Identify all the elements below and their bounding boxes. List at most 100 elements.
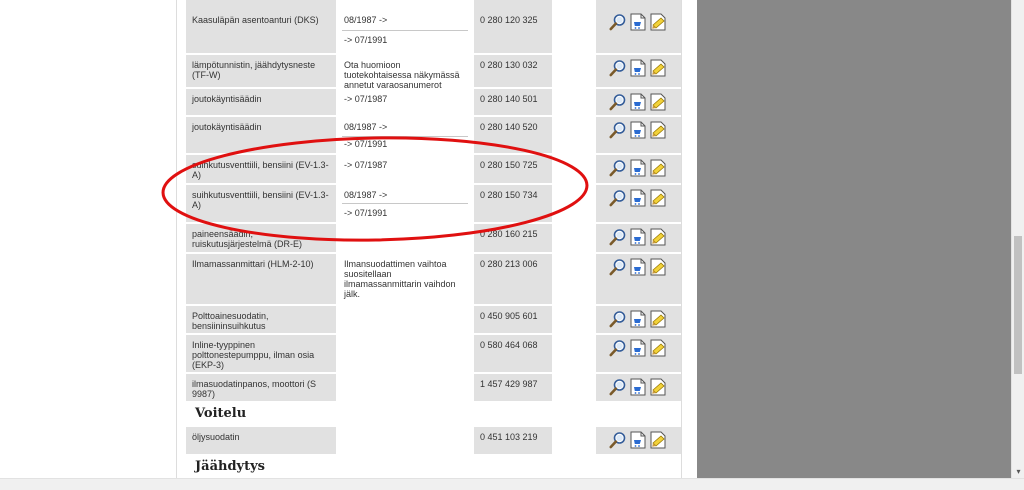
divider (342, 203, 468, 204)
time-period: -> 07/1987 (338, 89, 472, 115)
horizontal-scrollbar[interactable] (0, 478, 1024, 490)
section-heading-lubrication: Voitelu (186, 403, 681, 427)
table-row: Kaasuläpän asentoanturi (DKS) 08/1987 ->… (186, 0, 681, 53)
actions (596, 224, 681, 252)
actions (596, 374, 681, 401)
actions (596, 254, 681, 304)
note: Ota huomioon tuotekohtaisessa näkymässä … (338, 55, 472, 90)
notepad-icon[interactable] (649, 189, 669, 207)
magnifier-icon[interactable] (609, 121, 629, 139)
shopping-cart-icon[interactable] (629, 189, 649, 207)
shopping-cart-icon[interactable] (629, 121, 649, 139)
magnifier-icon[interactable] (609, 189, 629, 207)
table-row: Polttoainesuodatin, bensiininsuihkutus 0… (186, 306, 681, 333)
notepad-icon[interactable] (649, 228, 669, 246)
part-number: 0 280 120 325 (474, 0, 552, 53)
part-name: suihkutusventtiili, bensiini (EV-1.3-A) (186, 155, 336, 183)
part-number: 1 457 429 987 (474, 374, 552, 401)
actions (596, 185, 681, 222)
magnifier-icon[interactable] (609, 431, 629, 449)
shopping-cart-icon[interactable] (629, 258, 649, 276)
empty-cell (554, 55, 594, 87)
time-period: 08/1987 -> -> 07/1991 (338, 117, 472, 153)
magnifier-icon[interactable] (609, 159, 629, 177)
empty-cell (554, 155, 594, 183)
notepad-icon[interactable] (649, 378, 669, 396)
divider (342, 30, 468, 31)
table-row: suihkutusventtiili, bensiini (EV-1.3-A) … (186, 185, 681, 222)
time-period: 08/1987 -> -> 07/1991 (338, 0, 472, 53)
part-name: ilmasuodatinpanos, moottori (S 9987) (186, 374, 336, 401)
vertical-scrollbar[interactable]: ▾ (1011, 0, 1024, 478)
shopping-cart-icon[interactable] (629, 339, 649, 357)
part-name: öljysuodatin (186, 427, 336, 454)
magnifier-icon[interactable] (609, 228, 629, 246)
notepad-icon[interactable] (649, 13, 669, 31)
part-number: 0 280 140 520 (474, 117, 552, 153)
time-to: -> 07/1991 (344, 208, 388, 218)
notepad-icon[interactable] (649, 93, 669, 111)
magnifier-icon[interactable] (609, 59, 629, 77)
notepad-icon[interactable] (649, 431, 669, 449)
shopping-cart-icon[interactable] (629, 59, 649, 77)
magnifier-icon[interactable] (609, 93, 629, 111)
empty-cell (554, 374, 594, 401)
notepad-icon[interactable] (649, 121, 669, 139)
table-row: ilmasuodatinpanos, moottori (S 9987) 1 4… (186, 374, 681, 401)
time-from: 08/1987 -> (344, 122, 388, 132)
magnifier-icon[interactable] (609, 378, 629, 396)
actions (596, 335, 681, 372)
shopping-cart-icon[interactable] (629, 431, 649, 449)
part-number: 0 280 130 032 (474, 55, 552, 87)
notepad-icon[interactable] (649, 310, 669, 328)
time-to: -> 07/1991 (344, 35, 388, 45)
actions (596, 55, 681, 87)
empty-cell (338, 306, 472, 333)
part-number: 0 580 464 068 (474, 335, 552, 372)
part-name: paineensäädin, ruiskutusjärjestelmä (DR-… (186, 224, 336, 252)
actions (596, 306, 681, 333)
part-name: suihkutusventtiili, bensiini (EV-1.3-A) (186, 185, 336, 222)
part-number: 0 450 905 601 (474, 306, 552, 333)
shopping-cart-icon[interactable] (629, 310, 649, 328)
empty-cell (554, 306, 594, 333)
magnifier-icon[interactable] (609, 13, 629, 31)
part-name: lämpötunnistin, jäähdytysneste (TF-W) (186, 55, 336, 87)
notepad-icon[interactable] (649, 339, 669, 357)
magnifier-icon[interactable] (609, 258, 629, 276)
section-heading-cooling: Jäähdytys (186, 456, 681, 478)
part-number: 0 451 103 219 (474, 427, 552, 454)
shopping-cart-icon[interactable] (629, 228, 649, 246)
notepad-icon[interactable] (649, 258, 669, 276)
magnifier-icon[interactable] (609, 339, 629, 357)
part-name: Ilmamassanmittari (HLM-2-10) (186, 254, 336, 304)
shopping-cart-icon[interactable] (629, 13, 649, 31)
part-number: 0 280 150 734 (474, 185, 552, 222)
part-number: 0 280 150 725 (474, 155, 552, 183)
empty-cell (554, 335, 594, 372)
shopping-cart-icon[interactable] (629, 93, 649, 111)
notepad-icon[interactable] (649, 159, 669, 177)
scrollbar-thumb[interactable] (1014, 236, 1022, 374)
time-period: 08/1987 -> -> 07/1991 (338, 185, 472, 222)
side-panel (697, 0, 1011, 478)
empty-cell (554, 0, 594, 53)
empty-cell (554, 185, 594, 222)
empty-cell (338, 335, 472, 372)
actions (596, 155, 681, 183)
scroll-down-arrow-icon[interactable]: ▾ (1014, 467, 1023, 476)
time-period: -> 07/1987 (338, 155, 472, 183)
part-name: Kaasuläpän asentoanturi (DKS) (186, 0, 336, 53)
part-name: joutokäyntisäädin (186, 89, 336, 115)
shopping-cart-icon[interactable] (629, 159, 649, 177)
shopping-cart-icon[interactable] (629, 378, 649, 396)
notepad-icon[interactable] (649, 59, 669, 77)
time-to: -> 07/1991 (344, 139, 388, 149)
magnifier-icon[interactable] (609, 310, 629, 328)
part-name: joutokäyntisäädin (186, 117, 336, 153)
empty-cell (554, 224, 594, 252)
part-number: 0 280 213 006 (474, 254, 552, 304)
table-row: paineensäädin, ruiskutusjärjestelmä (DR-… (186, 224, 681, 252)
table-row: öljysuodatin 0 451 103 219 (186, 427, 681, 454)
table-row: suihkutusventtiili, bensiini (EV-1.3-A) … (186, 155, 681, 183)
